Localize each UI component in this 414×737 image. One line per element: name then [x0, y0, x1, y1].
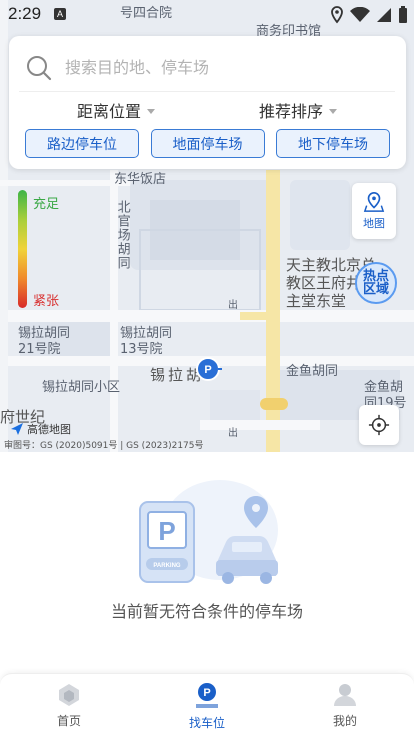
search-bar[interactable]: [19, 44, 395, 92]
map-label: 东华饭店: [114, 172, 167, 187]
map-label: 金鱼胡同: [286, 364, 339, 379]
map-label: 锡拉胡同13号院: [120, 326, 173, 357]
caret-down-icon: [329, 108, 338, 114]
parking-nav-icon: P: [196, 683, 218, 708]
parking-illustration: P PARKING: [139, 480, 278, 584]
nav-find-parking-label: 找车位: [188, 716, 225, 730]
exit-label: 出: [228, 300, 238, 311]
signal-icon: [377, 8, 391, 22]
filter-roadside-parking[interactable]: 路边停车位: [25, 129, 139, 158]
status-bar: 2:29 A: [0, 0, 414, 30]
map-label: 锡拉胡同小区: [42, 380, 121, 395]
empty-message: 当前暂无符合条件的停车场: [110, 602, 303, 621]
nav-profile-label: 我的: [332, 714, 357, 728]
user-icon: [334, 684, 356, 706]
nav-find-parking[interactable]: P 找车位: [138, 674, 276, 737]
parking-type-filters: 路边停车位 地面停车场 地下停车场: [25, 129, 390, 158]
empty-state: P PARKING 当前暂无符合条件的停车场: [0, 470, 414, 640]
recommend-sort-label: 推荐排序: [259, 102, 324, 121]
congestion-legend: 充足 紧张: [16, 190, 76, 310]
filter-underground-parking[interactable]: 地下停车场: [276, 129, 390, 158]
nav-home[interactable]: 首页: [0, 674, 138, 737]
wifi-icon: [350, 7, 370, 22]
sort-row: 距离位置 推荐排序: [9, 98, 406, 122]
notification-icon: A: [54, 8, 66, 20]
filter-surface-parking[interactable]: 地面停车场: [150, 129, 265, 158]
caret-down-icon: [147, 108, 156, 114]
map-layer-button[interactable]: 地图: [352, 183, 396, 239]
map-label: 锡拉胡同21号院: [18, 326, 71, 357]
svg-text:PARKING: PARKING: [153, 563, 181, 569]
parking-pin-icon: P: [196, 357, 222, 381]
legend-free-label: 充足: [33, 197, 60, 212]
amap-label: 高德地图: [27, 423, 71, 436]
battery-icon: [399, 6, 407, 23]
crosshair-icon: [368, 414, 390, 436]
exit-label: 出: [228, 428, 238, 439]
recommend-sort-dropdown[interactable]: 推荐排序: [259, 98, 338, 122]
search-filter-card: 距离位置 推荐排序 路边停车位 地面停车场 地下停车场: [9, 36, 406, 169]
nav-profile[interactable]: 我的: [276, 674, 414, 737]
app-screen: 号四合院 商务印书馆 东华饭店 北官场胡同 天主教北京总教区王府井天主堂东堂 锡…: [0, 0, 414, 737]
map-copyright: 审图号：GS (2020)5091号 | GS (2023)2175号: [4, 441, 204, 451]
home-icon: [59, 684, 79, 706]
amap-logo: 高德地图: [10, 421, 71, 437]
map-label: 北官场胡同: [114, 200, 130, 270]
congestion-gradient-bar: [18, 190, 27, 308]
hot-zone-button[interactable]: 热点区域: [355, 262, 397, 304]
svg-text:P: P: [203, 687, 210, 699]
search-icon: [27, 55, 52, 80]
amap-arrow-icon: [11, 423, 23, 435]
map-pin-icon: [363, 192, 385, 212]
distance-sort-dropdown[interactable]: 距离位置: [77, 98, 156, 122]
svg-text:P: P: [204, 364, 211, 376]
search-input[interactable]: [65, 58, 365, 77]
map-layer-label: 地图: [363, 217, 385, 230]
bottom-nav: 首页 P 找车位 我的: [0, 673, 414, 737]
hot-zone-label: 热点区域: [362, 269, 389, 297]
location-icon: [331, 6, 343, 24]
legend-busy-label: 紧张: [33, 294, 60, 309]
status-icons: [330, 6, 408, 24]
status-time: 2:29: [8, 4, 42, 23]
svg-text:P: P: [158, 516, 175, 546]
locate-me-button[interactable]: [359, 405, 399, 445]
nav-home-label: 首页: [56, 714, 81, 728]
parking-location-marker[interactable]: P: [196, 357, 222, 387]
distance-sort-label: 距离位置: [77, 102, 142, 121]
